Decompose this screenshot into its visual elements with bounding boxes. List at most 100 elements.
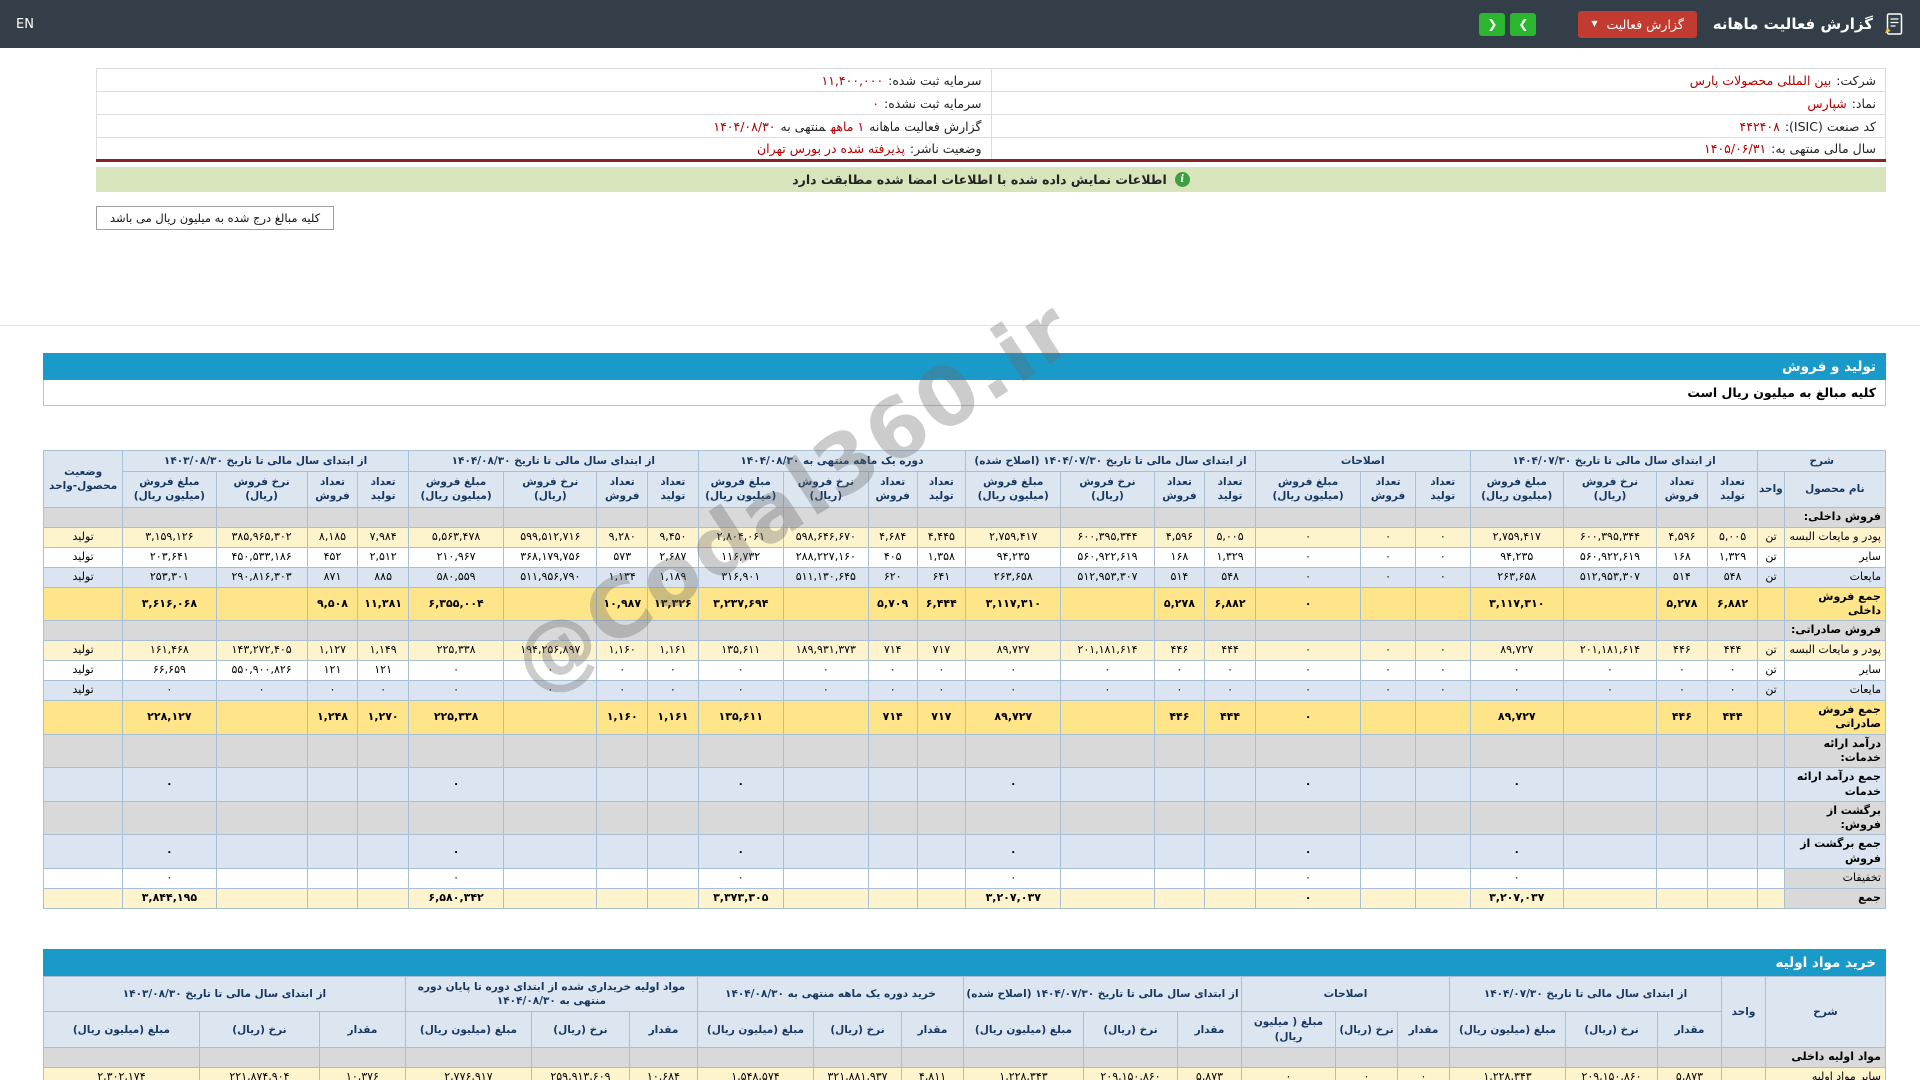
value-cell <box>198 1046 320 1068</box>
value-cell: ۳,۱۵۹,۱۲۶ <box>122 526 217 548</box>
value-cell <box>1656 800 1708 836</box>
value-cell <box>1414 868 1471 890</box>
status-cell: تولید <box>42 660 124 682</box>
value-cell: ۱۲۱ <box>306 660 359 682</box>
value-cell <box>1060 888 1155 910</box>
value-cell: ۵۷۳ <box>596 546 649 568</box>
value-cell: ۰ <box>1360 526 1416 548</box>
row-label-cell: پودر و مایعات البسه <box>1783 640 1887 662</box>
value-cell: ۱,۱۸۹ <box>647 566 699 588</box>
value-cell: ۰ <box>122 767 217 802</box>
value-cell: ۴۰۵ <box>867 546 918 568</box>
value-cell: ۶۶,۶۵۹ <box>122 660 217 682</box>
value-cell: ۰ <box>782 660 869 682</box>
value-cell: ۰ <box>1254 546 1362 568</box>
value-cell <box>1254 733 1362 769</box>
value-cell <box>407 800 505 836</box>
col-subheader: مبلغ (میلیون ریال) <box>1448 1011 1567 1048</box>
registered-capital-value: ۱۱,۴۰۰,۰۰۰ <box>821 72 884 88</box>
language-toggle[interactable]: EN <box>16 17 34 32</box>
value-cell <box>503 800 598 836</box>
value-cell: ۰ <box>867 660 918 682</box>
value-cell <box>1562 888 1658 910</box>
value-cell <box>965 800 1062 836</box>
col-subheader: نرخ (ریال) <box>1334 1011 1398 1048</box>
unit-cell <box>1757 586 1785 622</box>
value-cell <box>1414 700 1471 735</box>
value-cell: ۰ <box>1204 660 1256 682</box>
value-cell: ۰ <box>215 680 308 702</box>
value-cell <box>318 1046 406 1068</box>
col-group-header: از ابتدای سال مالی تا تاریخ ۱۴۰۴/۰۷/۳۰ (… <box>965 449 1256 473</box>
value-cell <box>782 620 869 642</box>
value-cell: ۱,۱۶۰ <box>596 700 649 735</box>
value-cell: ۲,۳۰۲,۱۷۴ <box>42 1066 200 1080</box>
col-subheader: تعداد فروش <box>306 471 359 508</box>
isic-cell: کد صنعت (ISIC):۴۴۲۴۰۸ <box>990 114 1886 138</box>
raw-material-purchase-title: خرید مواد اولیه <box>1775 954 1876 971</box>
table-row: جمع فروش داخلی ۶,۸۸۲ ۵,۲۷۸ ۳,۱۱۷,۳۱۰ ۰ ۶,۸۸۲ ۵… <box>42 586 1887 622</box>
value-cell <box>1360 586 1416 622</box>
value-cell <box>1562 586 1658 622</box>
value-cell: ۱,۳۵۸ <box>916 546 967 568</box>
value-cell <box>647 888 699 910</box>
report-type-label: گزارش فعالیت <box>1606 16 1684 32</box>
col-group-header: اصلاحات <box>1240 976 1450 1013</box>
issuer-status-cell: وضعیت ناشر: پذیرفته شده در بورس تهران <box>96 137 992 162</box>
value-cell: ۰ <box>1469 680 1564 702</box>
value-cell <box>215 733 308 769</box>
next-report-button[interactable]: ❯ <box>1510 12 1537 36</box>
company-label: شرکت: <box>1836 72 1876 88</box>
value-cell: ۵,۲۷۸ <box>1153 586 1206 622</box>
value-cell: ۸۹,۷۲۷ <box>965 700 1062 735</box>
value-cell <box>1414 767 1471 802</box>
report-period-cell: گزارش فعالیت ماهانه۱ ماههمنتهی به۱۴۰۴/۰۸… <box>96 114 992 138</box>
value-cell: ۳,۳۷۳,۳۰۵ <box>697 888 784 910</box>
fiscal-year-cell: سال مالی منتهی به: ۱۴۰۵/۰۶/۳۱ <box>990 137 1886 162</box>
value-cell: ۱۴۳,۲۷۲,۴۰۵ <box>215 640 308 662</box>
row-label-cell: درآمد ارائه خدمات: <box>1783 733 1887 769</box>
value-cell: ۳۱۶,۹۰۱ <box>697 566 784 588</box>
value-cell <box>1396 1046 1450 1068</box>
value-cell: ۲۰۹,۱۵۰,۸۶۰ <box>1082 1066 1178 1080</box>
value-cell: ۰ <box>1060 680 1155 702</box>
unit-cell: تن <box>1757 566 1785 588</box>
value-cell: ۵,۸۷۳ <box>1176 1066 1242 1080</box>
value-cell: ۰ <box>867 680 918 702</box>
col-subheader: تعداد تولید <box>916 471 967 508</box>
value-cell <box>916 767 967 802</box>
value-cell: ۶,۳۵۵,۰۰۴ <box>407 586 505 622</box>
col-header-status: وضعیت محصول-واحد <box>42 450 124 508</box>
value-cell <box>596 834 649 870</box>
row-label-cell: مایعات <box>1783 566 1887 588</box>
value-cell: ۷۱۷ <box>916 640 967 662</box>
row-label-cell: جمع برگشت از فروش <box>1783 834 1887 870</box>
unit-cell: تن <box>1757 546 1785 568</box>
unit-cell: تن <box>1757 680 1785 702</box>
value-cell <box>1706 733 1759 769</box>
value-cell: ۰ <box>1414 546 1471 568</box>
value-cell: ۳۶۸,۱۷۹,۷۵۶ <box>503 546 598 568</box>
value-cell: ۱۹۴,۲۵۶,۸۹۷ <box>503 640 598 662</box>
value-cell: ۰ <box>1414 660 1471 682</box>
value-cell <box>1656 620 1708 642</box>
value-cell: ۰ <box>407 767 505 802</box>
value-cell: ۹۴,۲۳۵ <box>965 546 1062 568</box>
value-cell <box>1060 506 1155 528</box>
value-cell <box>965 733 1062 769</box>
value-cell <box>628 1046 698 1068</box>
value-cell <box>503 506 598 528</box>
value-cell <box>1060 767 1155 802</box>
value-cell <box>1562 767 1658 802</box>
value-cell: ۰ <box>1254 660 1362 682</box>
report-type-button[interactable]: گزارش فعالیت ▼ <box>1578 10 1697 38</box>
value-cell: ۰ <box>965 660 1062 682</box>
value-cell: ۰ <box>1240 1066 1336 1080</box>
value-cell: ۵۱۱,۹۵۶,۷۹۰ <box>503 566 598 588</box>
value-cell: ۲۲۵,۳۳۸ <box>407 640 505 662</box>
raw-material-purchase-section-bar: خرید مواد اولیه <box>43 949 1886 977</box>
value-cell: ۲,۵۱۲ <box>357 546 409 568</box>
prev-report-button[interactable]: ❮ <box>1479 12 1506 36</box>
value-cell <box>1656 868 1708 890</box>
value-cell <box>782 868 869 890</box>
